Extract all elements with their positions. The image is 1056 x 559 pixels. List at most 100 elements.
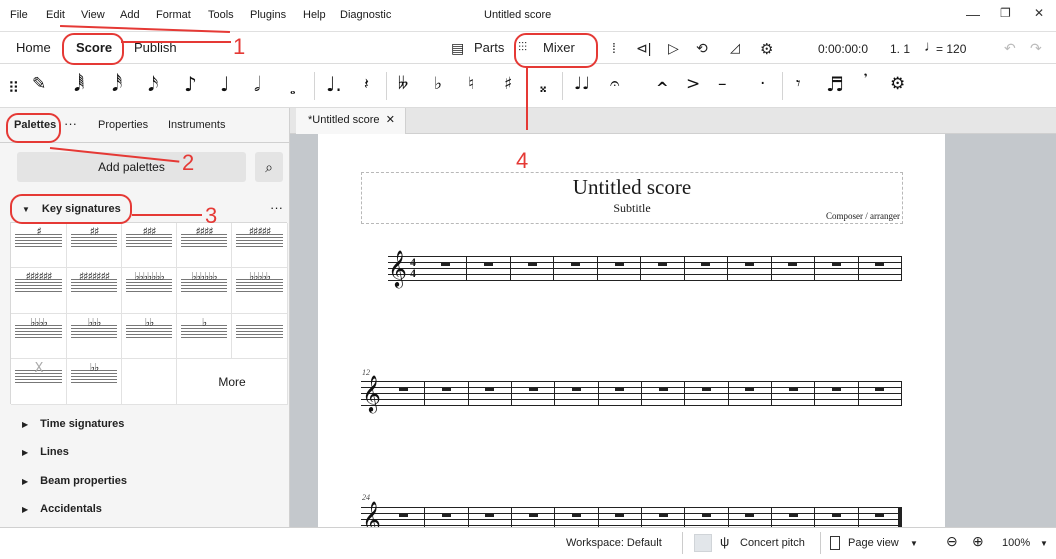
- rest-icon[interactable]: 𝄽: [364, 72, 369, 96]
- staccato-icon[interactable]: ·: [760, 72, 765, 96]
- measure-rest[interactable]: [832, 513, 841, 517]
- metronome-icon[interactable]: ◿: [730, 40, 740, 56]
- measure-rest[interactable]: [745, 513, 755, 517]
- score-subtitle[interactable]: Subtitle: [362, 201, 902, 216]
- key-cell[interactable]: ♭♭♭♭: [11, 314, 67, 359]
- marcato-icon[interactable]: ^: [656, 76, 669, 100]
- key-cell[interactable]: ♯♯♯: [122, 223, 177, 268]
- menu-add[interactable]: Add: [120, 9, 140, 21]
- key-cell[interactable]: ♭♭♭: [67, 314, 122, 359]
- key-cell[interactable]: ♭♭: [67, 359, 122, 405]
- dropdown-arrow-icon[interactable]: ▼: [1040, 539, 1048, 548]
- measure-rest[interactable]: [875, 513, 885, 517]
- measure-rest[interactable]: [528, 513, 538, 517]
- restore-icon[interactable]: ❐: [1000, 6, 1011, 20]
- key-cell[interactable]: ♯♯♯♯♯♯♯: [67, 268, 122, 314]
- duration-half-icon[interactable]: 𝅗𝅥: [254, 72, 260, 96]
- measure-rest[interactable]: [788, 387, 798, 391]
- double-flat-icon[interactable]: 𝄫: [398, 72, 408, 96]
- menu-plugins[interactable]: Plugins: [250, 9, 286, 21]
- tie-icon[interactable]: ♩♩: [574, 72, 590, 96]
- menu-diagnostic[interactable]: Diagnostic: [340, 9, 391, 21]
- measure-rest[interactable]: [788, 262, 798, 266]
- sharp-icon[interactable]: ♯: [504, 72, 512, 96]
- measure-rest[interactable]: [702, 387, 711, 391]
- measure-rest[interactable]: [572, 387, 581, 391]
- flat-icon[interactable]: ♭: [434, 72, 442, 96]
- duration-eighth-icon[interactable]: ♪: [184, 72, 197, 96]
- undo-icon[interactable]: ↶: [1004, 40, 1016, 57]
- parts-button[interactable]: Parts: [474, 40, 504, 55]
- menu-help[interactable]: Help: [303, 9, 326, 21]
- note-input-pencil-icon[interactable]: ✎: [32, 72, 46, 96]
- document-tab[interactable]: *Untitled score ✕: [296, 108, 406, 134]
- tuplet-icon[interactable]: ♬: [826, 72, 844, 96]
- slur-icon[interactable]: 𝄐: [610, 72, 619, 96]
- measure-rest[interactable]: [745, 387, 755, 391]
- key-cell[interactable]: ♭♭♭♭♭: [232, 268, 288, 314]
- measure-rest[interactable]: [527, 262, 537, 266]
- measure-rest[interactable]: [440, 262, 450, 266]
- rewind-icon[interactable]: ⊲|: [636, 40, 651, 57]
- time-signature[interactable]: 44: [410, 256, 416, 279]
- measure-rest[interactable]: [485, 387, 495, 391]
- score-canvas[interactable]: Untitled score Subtitle Composer / arran…: [290, 134, 1056, 535]
- workspace-selector[interactable]: Workspace: Default: [566, 537, 662, 549]
- natural-icon[interactable]: ♮: [468, 72, 474, 96]
- duration-16th-icon[interactable]: 𝅘𝅥𝅯: [148, 72, 158, 96]
- toolbar-handle-icon[interactable]: ⠿: [8, 76, 19, 100]
- measure-rest[interactable]: [658, 513, 668, 517]
- measure-rest[interactable]: [702, 513, 711, 517]
- augmentation-dot-icon[interactable]: ♩.: [326, 72, 342, 96]
- treble-clef[interactable]: 𝄞: [388, 252, 407, 284]
- measure-rest[interactable]: [398, 387, 408, 391]
- score-title[interactable]: Untitled score: [362, 175, 902, 200]
- panel-menu-icon[interactable]: ···: [64, 116, 77, 131]
- section-lines[interactable]: ▶ Lines: [22, 446, 69, 458]
- tab-properties[interactable]: Properties: [98, 119, 148, 131]
- section-time-signatures[interactable]: ▶ Time signatures: [22, 418, 124, 430]
- score-page[interactable]: Untitled score Subtitle Composer / arran…: [318, 134, 945, 535]
- measure-rest[interactable]: [788, 513, 798, 517]
- key-cell[interactable]: ♭♭♭♭♭♭: [177, 268, 232, 314]
- duration-whole-icon[interactable]: 𝅝: [290, 78, 296, 102]
- tenuto-icon[interactable]: –: [718, 72, 727, 96]
- measure-rest[interactable]: [658, 262, 667, 266]
- measure-rest[interactable]: [832, 387, 841, 391]
- key-cell[interactable]: ♯♯♯♯: [177, 223, 232, 268]
- section-beam-properties[interactable]: ▶ Beam properties: [22, 475, 127, 487]
- flip-direction-icon[interactable]: 𝄒: [864, 72, 867, 96]
- double-sharp-icon[interactable]: 𝄪: [540, 76, 546, 100]
- accent-icon[interactable]: >: [686, 72, 700, 96]
- tab-home[interactable]: Home: [16, 40, 51, 55]
- measure-rest[interactable]: [442, 387, 451, 391]
- redo-icon[interactable]: ↷: [1030, 40, 1042, 57]
- play-icon[interactable]: ▷: [668, 40, 679, 57]
- measure-rest[interactable]: [875, 262, 885, 266]
- key-cell[interactable]: ♭♭: [122, 314, 177, 359]
- close-icon[interactable]: ✕: [1034, 6, 1044, 20]
- measure-rest[interactable]: [744, 262, 754, 266]
- section-accidentals[interactable]: ▶ Accidentals: [22, 503, 102, 515]
- key-cell-open-atonal[interactable]: X: [11, 359, 67, 405]
- menu-format[interactable]: Format: [156, 9, 191, 21]
- dropdown-arrow-icon[interactable]: ▼: [910, 539, 918, 548]
- measure-rest[interactable]: [571, 262, 581, 266]
- title-frame[interactable]: Untitled score Subtitle Composer / arran…: [361, 172, 903, 224]
- measure-rest[interactable]: [484, 262, 494, 266]
- score-composer[interactable]: Composer / arranger: [826, 211, 900, 221]
- more-button[interactable]: More: [177, 359, 288, 405]
- loop-icon[interactable]: ⟲: [696, 40, 708, 57]
- measure-rest[interactable]: [701, 262, 711, 266]
- measure-rest[interactable]: [875, 387, 885, 391]
- concert-pitch-checkbox[interactable]: [694, 534, 712, 552]
- zoom-level[interactable]: 100%: [1002, 537, 1030, 549]
- drag-handle-icon[interactable]: ⁞: [612, 40, 616, 56]
- concert-pitch-label[interactable]: Concert pitch: [740, 537, 805, 549]
- key-cell[interactable]: ♯♯♯♯♯: [232, 223, 288, 268]
- menu-file[interactable]: File: [10, 9, 28, 21]
- menu-view[interactable]: View: [81, 9, 105, 21]
- playback-settings-icon[interactable]: ⚙: [760, 40, 773, 58]
- key-cell[interactable]: ♯♯: [67, 223, 122, 268]
- treble-clef[interactable]: 𝄞: [362, 377, 381, 409]
